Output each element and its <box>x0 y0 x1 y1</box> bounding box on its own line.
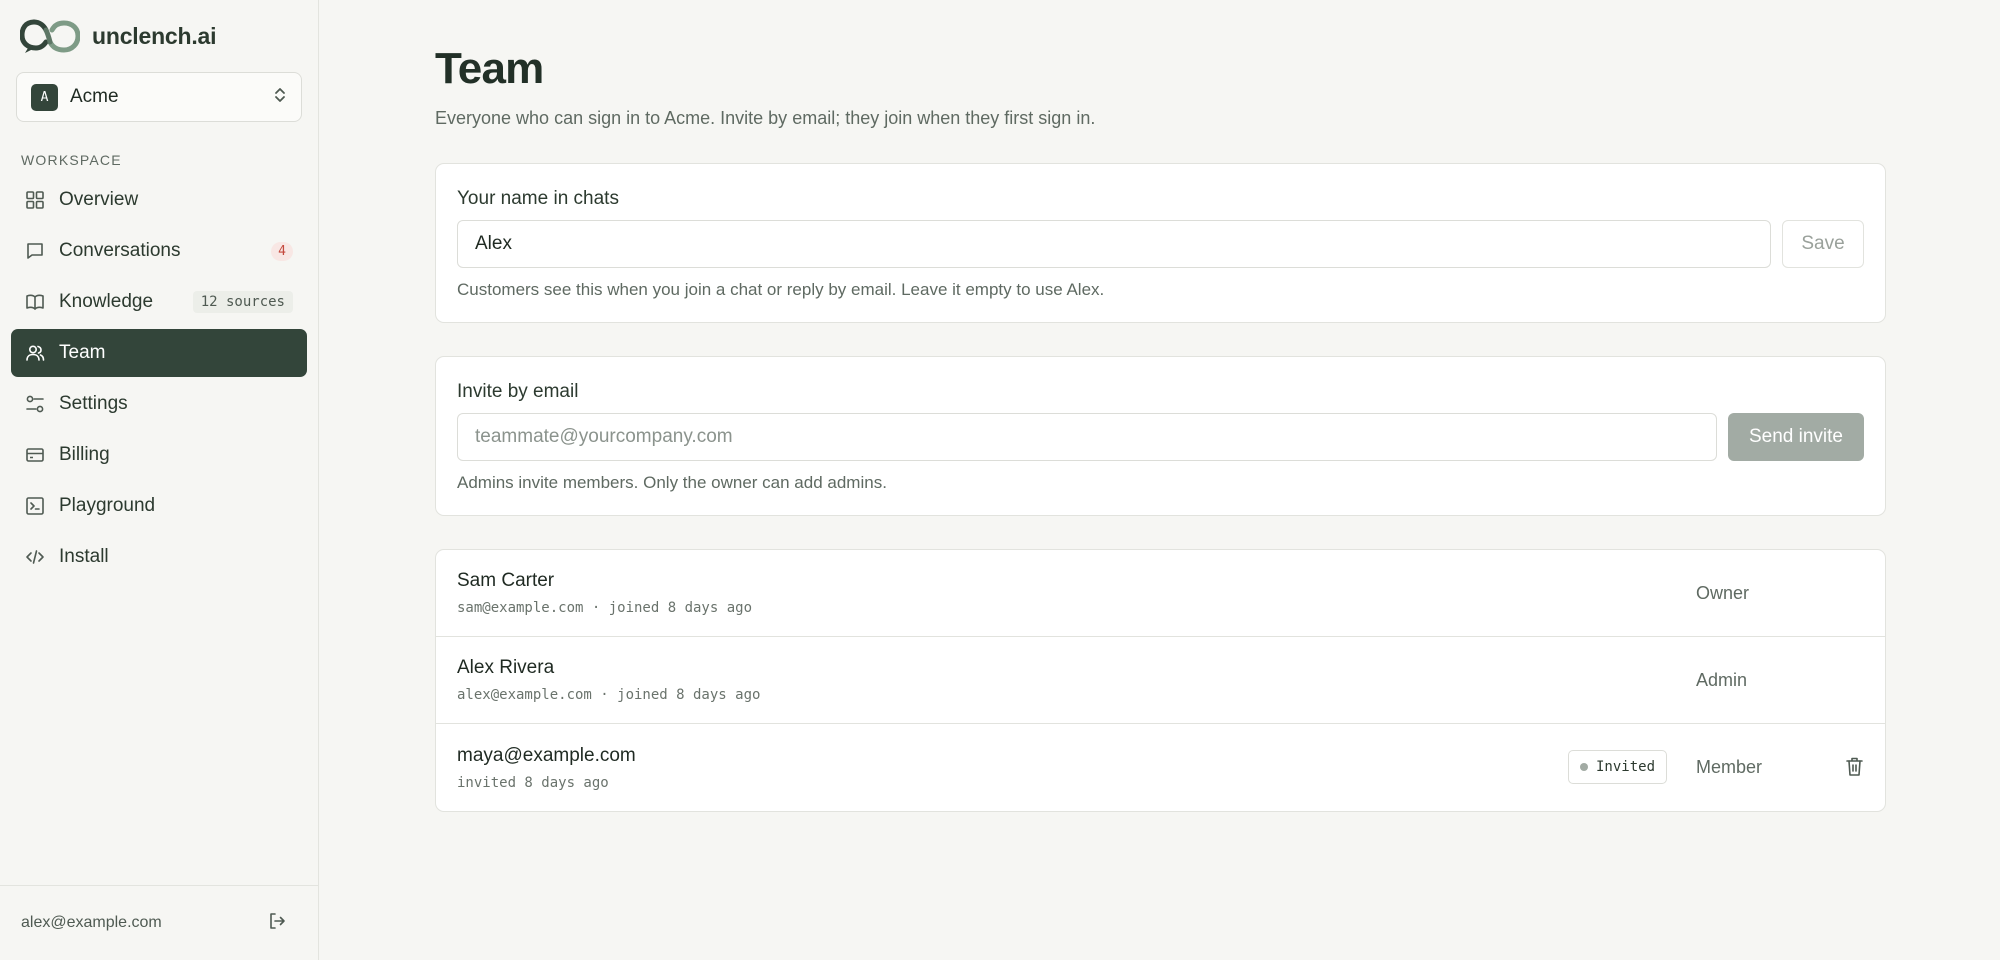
sidebar-item-team[interactable]: Team <box>11 329 307 377</box>
unclench-logo-icon <box>20 19 80 53</box>
book-icon <box>26 294 44 310</box>
sidebar-item-label: Settings <box>59 393 128 414</box>
member-meta: sam@example.com · joined 8 days ago <box>457 600 753 616</box>
invite-label: Invite by email <box>457 381 579 402</box>
members-list: Sam Carter sam@example.com · joined 8 da… <box>435 549 1886 812</box>
sidebar-item-settings[interactable]: Settings <box>11 380 307 428</box>
display-name-help: Customers see this when you join a chat … <box>457 280 1105 299</box>
current-user-email: alex@example.com <box>21 914 162 931</box>
team-page: Team Everyone who can sign in to Acme. I… <box>435 0 1886 812</box>
sidebar-item-label: Overview <box>59 189 139 210</box>
brand-name: unclench.ai <box>92 22 217 49</box>
sidebar-item-knowledge[interactable]: Knowledge 12 sources <box>11 278 307 326</box>
member-row: Sam Carter sam@example.com · joined 8 da… <box>436 550 1885 637</box>
chevron-updown-icon <box>273 86 287 109</box>
member-row: Alex Rivera alex@example.com · joined 8 … <box>436 637 1885 724</box>
app: unclench.ai A Acme WORKSPACE Overview Co… <box>0 0 2000 960</box>
sidebar: unclench.ai A Acme WORKSPACE Overview Co… <box>0 0 319 960</box>
terminal-icon <box>26 497 44 515</box>
knowledge-sources-badge: 12 sources <box>192 291 293 313</box>
display-name-input[interactable]: Alex <box>457 220 1771 268</box>
sidebar-item-conversations[interactable]: Conversations 4 <box>11 227 307 275</box>
sidebar-item-label: Team <box>59 342 106 363</box>
invited-status-badge: Invited <box>1568 750 1668 784</box>
sidebar-item-label: Install <box>59 546 109 567</box>
sidebar-item-label: Billing <box>59 444 110 465</box>
display-name-card: Your name in chats Alex Save Customers s… <box>435 163 1886 323</box>
member-name: Sam Carter <box>457 570 555 591</box>
users-icon <box>26 345 45 361</box>
sidebar-footer: alex@example.com <box>0 885 318 960</box>
sidebar-item-overview[interactable]: Overview <box>11 176 307 224</box>
sidebar-item-label: Knowledge <box>59 291 154 312</box>
page-title: Team <box>435 44 544 93</box>
display-name-label: Your name in chats <box>457 188 619 209</box>
member-role: Admin <box>1696 669 1748 690</box>
invite-email-input[interactable]: teammate@yourcompany.com <box>457 413 1717 461</box>
card-icon <box>26 448 44 462</box>
sidebar-item-playground[interactable]: Playground <box>11 482 307 530</box>
member-meta: alex@example.com · joined 8 days ago <box>457 687 761 703</box>
sidebar-item-label: Playground <box>59 495 156 516</box>
trash-icon[interactable] <box>1845 756 1864 782</box>
invite-card: Invite by email teammate@yourcompany.com… <box>435 356 1886 516</box>
sidebar-nav: Overview Conversations 4 Knowledge 12 so… <box>0 176 318 584</box>
main-content: Team Everyone who can sign in to Acme. I… <box>319 0 2000 960</box>
sidebar-item-label: Conversations <box>59 240 181 261</box>
workspace-name: Acme <box>70 86 119 107</box>
member-name: Alex Rivera <box>457 657 555 678</box>
member-role: Member <box>1696 757 1763 777</box>
page-subtitle: Everyone who can sign in to Acme. Invite… <box>435 108 1096 128</box>
grid-icon <box>26 191 44 209</box>
sidebar-item-billing[interactable]: Billing <box>11 431 307 479</box>
save-button[interactable]: Save <box>1782 220 1864 268</box>
invite-help: Admins invite members. Only the owner ca… <box>457 473 887 492</box>
workspace-section-label: WORKSPACE <box>21 152 122 168</box>
conversations-count-badge: 4 <box>271 241 293 261</box>
sliders-icon <box>26 395 44 413</box>
status-label: Invited <box>1596 759 1656 775</box>
sidebar-item-install[interactable]: Install <box>11 533 307 581</box>
member-row: maya@example.com invited 8 days ago Invi… <box>436 724 1885 811</box>
member-role: Owner <box>1696 582 1750 603</box>
brand[interactable]: unclench.ai <box>0 0 318 72</box>
workspace-avatar: A <box>31 83 58 111</box>
status-dot <box>1580 763 1588 771</box>
chat-icon <box>27 243 43 259</box>
workspace-switcher[interactable]: A Acme <box>16 72 302 122</box>
send-invite-button[interactable]: Send invite <box>1728 413 1864 461</box>
logout-icon[interactable] <box>268 912 286 935</box>
code-icon <box>26 550 44 564</box>
